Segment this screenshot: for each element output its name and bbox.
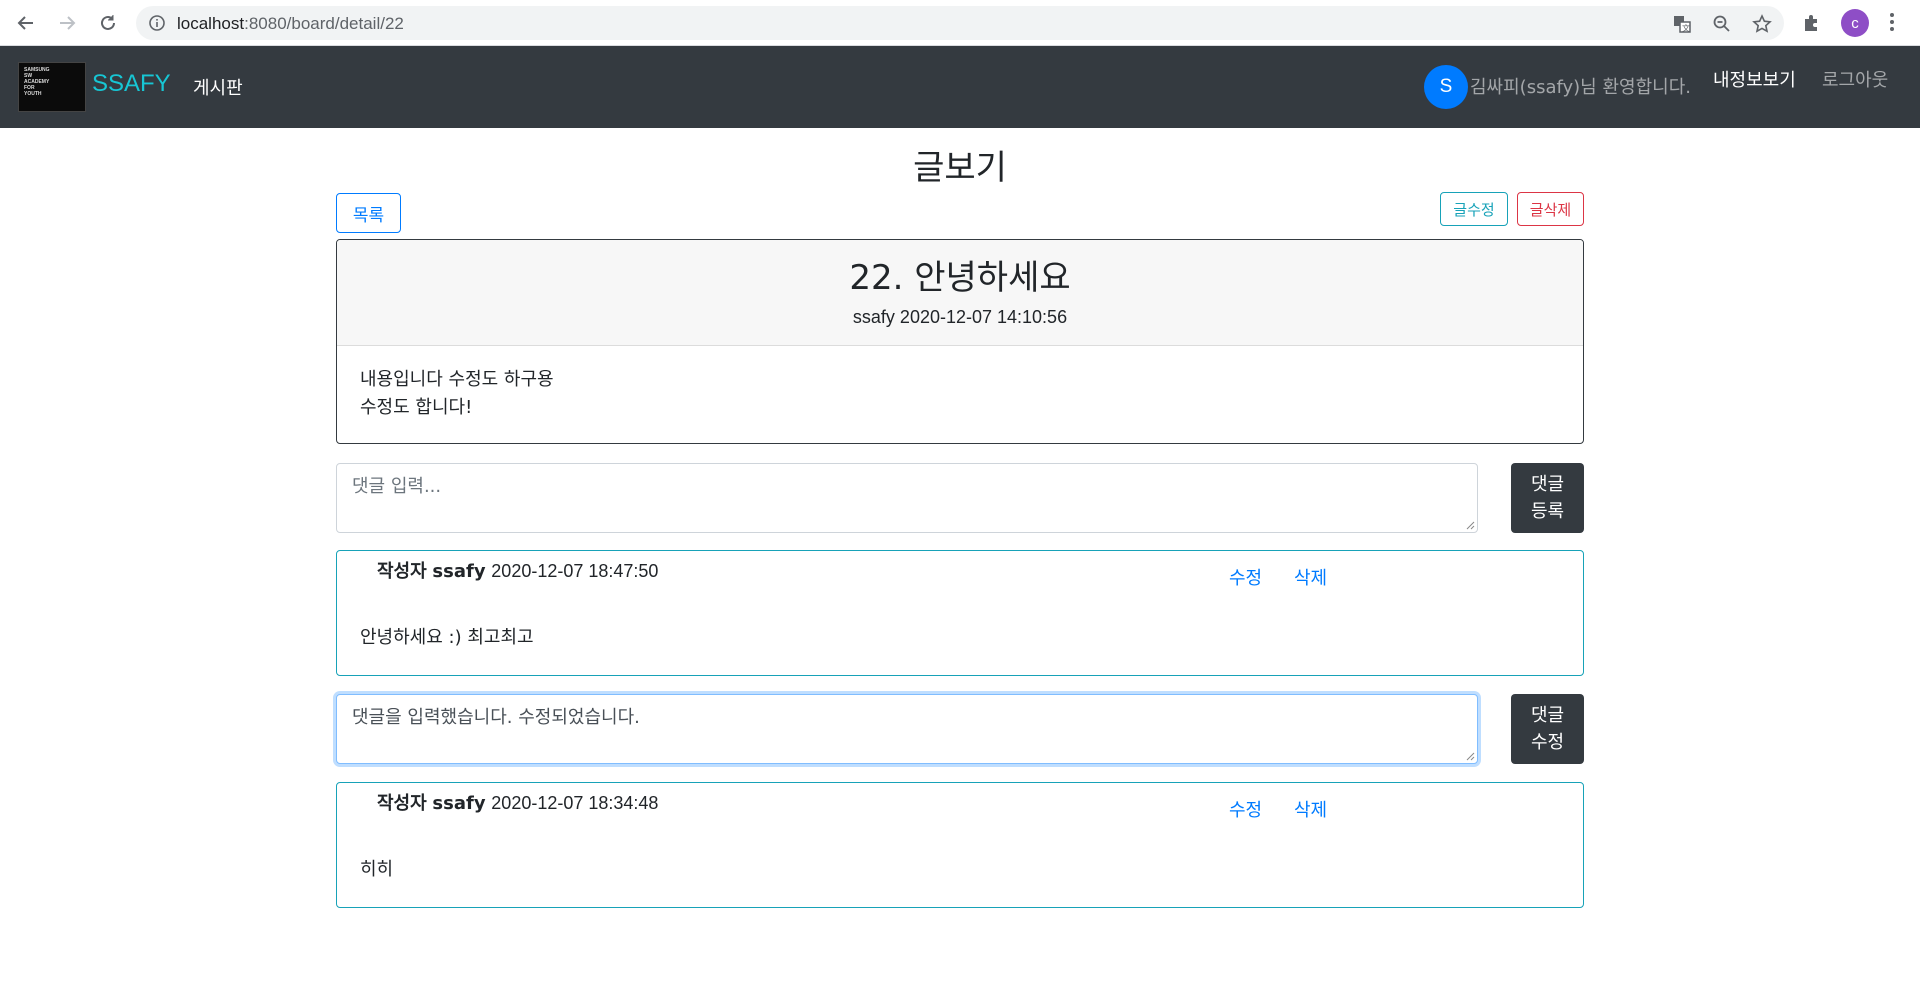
comment-submit-label-line2: 등록 bbox=[1530, 501, 1565, 522]
comment-submit-button[interactable]: 댓글 등록 bbox=[1511, 463, 1584, 533]
nav-board-link[interactable]: 게시판 bbox=[193, 74, 243, 100]
comment-author-label: 작성자 bbox=[377, 793, 427, 814]
address-bar[interactable]: localhost:8080/board/detail/22 文 bbox=[136, 6, 1784, 40]
brand-name[interactable]: SSAFY bbox=[92, 70, 171, 98]
back-icon[interactable] bbox=[12, 9, 40, 37]
comment-edit-link[interactable]: 수정 bbox=[1229, 796, 1262, 822]
article-header: 22. 안녕하세요 ssafy 2020-12-07 14:10:56 bbox=[337, 240, 1583, 346]
extensions-icon[interactable] bbox=[1801, 12, 1823, 34]
brand-logo[interactable]: SAMSUNG SW ACADEMY FOR YOUTH bbox=[18, 62, 86, 112]
comment-delete-link[interactable]: 삭제 bbox=[1294, 564, 1327, 590]
comment-edit-link[interactable]: 수정 bbox=[1229, 564, 1262, 590]
comment-input[interactable]: 댓글 입력... bbox=[336, 463, 1478, 533]
comment-text: 안녕하세요 :) 최고최고 bbox=[360, 627, 534, 648]
comment-meta: 작성자 ssafy 2020-12-07 18:34:48 bbox=[377, 789, 658, 815]
list-button[interactable]: 목록 bbox=[336, 193, 401, 233]
article-body-line: 수정도 합니다! bbox=[360, 397, 473, 418]
nav-myinfo-link[interactable]: 내정보보기 bbox=[1713, 66, 1796, 92]
comment-update-label-line1: 댓글 bbox=[1530, 705, 1565, 726]
comment-meta: 작성자 ssafy 2020-12-07 18:47:50 bbox=[377, 557, 658, 583]
navbar: SAMSUNG SW ACADEMY FOR YOUTH SSAFY 게시판 S… bbox=[0, 46, 1920, 128]
url-text: localhost:8080/board/detail/22 bbox=[177, 14, 404, 33]
article-card: 22. 안녕하세요 ssafy 2020-12-07 14:10:56 내용입니… bbox=[336, 239, 1584, 444]
comment-update-button[interactable]: 댓글 수정 bbox=[1511, 694, 1584, 764]
resize-grip-icon[interactable] bbox=[1465, 520, 1475, 530]
article-body: 내용입니다 수정도 하구용 수정도 합니다! bbox=[337, 346, 1583, 442]
info-icon[interactable] bbox=[148, 14, 166, 32]
forward-icon[interactable] bbox=[53, 9, 81, 37]
nav-logout-link[interactable]: 로그아웃 bbox=[1822, 66, 1888, 92]
profile-avatar[interactable]: c bbox=[1841, 9, 1869, 37]
delete-article-button[interactable]: 글삭제 bbox=[1517, 192, 1584, 226]
comment-update-label-line2: 수정 bbox=[1530, 732, 1565, 753]
zoom-icon[interactable] bbox=[1712, 14, 1732, 34]
comment-edit-input[interactable]: 댓글을 입력했습니다. 수정되었습니다. bbox=[336, 694, 1478, 764]
reload-icon[interactable] bbox=[94, 9, 122, 37]
more-options-icon[interactable] bbox=[1884, 10, 1900, 34]
comment-author: ssafy bbox=[432, 793, 486, 814]
edit-article-button[interactable]: 글수정 bbox=[1440, 192, 1508, 226]
comment-input-placeholder: 댓글 입력... bbox=[352, 476, 442, 497]
resize-grip-icon[interactable] bbox=[1465, 751, 1475, 761]
comment-card: 작성자 ssafy 2020-12-07 18:47:50 수정 삭제 안녕하세… bbox=[336, 550, 1584, 676]
welcome-message: 김싸피(ssafy)님 환영합니다. bbox=[1470, 77, 1691, 98]
comment-date: 2020-12-07 18:34:48 bbox=[491, 793, 659, 813]
comment-author-label: 작성자 bbox=[377, 561, 427, 582]
browser-toolbar: localhost:8080/board/detail/22 文 c bbox=[0, 0, 1920, 46]
comment-delete-link[interactable]: 삭제 bbox=[1294, 796, 1327, 822]
article-body-line: 내용입니다 수정도 하구용 bbox=[360, 369, 554, 390]
comment-card: 작성자 ssafy 2020-12-07 18:34:48 수정 삭제 히히 bbox=[336, 782, 1584, 908]
comment-edit-value: 댓글을 입력했습니다. 수정되었습니다. bbox=[352, 707, 640, 728]
comment-author: ssafy bbox=[432, 561, 486, 582]
bookmark-star-icon[interactable] bbox=[1752, 14, 1772, 34]
comment-date: 2020-12-07 18:47:50 bbox=[491, 561, 659, 581]
translate-icon[interactable]: 文 bbox=[1672, 14, 1692, 34]
article-meta: ssafy 2020-12-07 14:10:56 bbox=[852, 307, 1068, 327]
comment-text: 히히 bbox=[360, 859, 394, 880]
page-title: 글보기 bbox=[913, 148, 1007, 188]
svg-text:文: 文 bbox=[1682, 23, 1690, 33]
user-avatar: S bbox=[1424, 65, 1468, 109]
comment-submit-label-line1: 댓글 bbox=[1530, 474, 1565, 495]
article-title: 22. 안녕하세요 bbox=[849, 258, 1071, 298]
